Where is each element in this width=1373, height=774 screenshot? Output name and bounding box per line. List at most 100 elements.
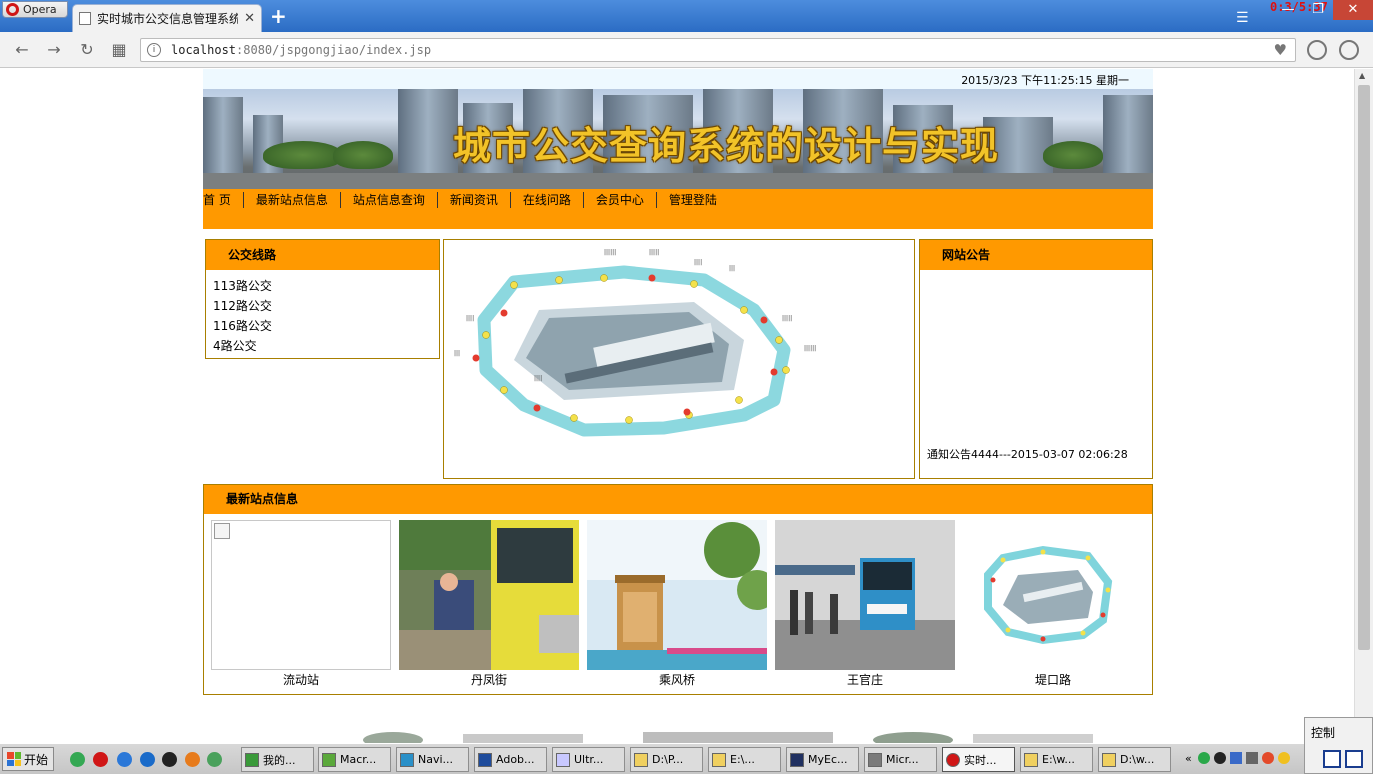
taskbar-item[interactable]: Navi... [396,747,469,772]
site-container: 2015/3/23 下午11:25:15 星期一 城市公交查询系统的设计与实现 … [203,69,1153,695]
taskbar-item[interactable]: D:\P... [630,747,703,772]
pause-icon[interactable] [1323,750,1341,768]
speed-dial-icon[interactable]: ▦ [109,40,129,60]
date-bar: 2015/3/23 下午11:25:15 星期一 [203,69,1153,89]
opera-menu-button[interactable]: Opera [2,1,68,18]
station-card[interactable]: 丹凤街 [399,520,579,690]
bus-line-link[interactable]: 4路公交 [213,336,439,356]
stop-icon[interactable] [1345,750,1363,768]
latest-stations-panel: 最新站点信息 流动站 丹凤街 乘风桥 王官庄 堤口路 [203,484,1153,695]
menu-item-news[interactable]: 新闻资讯 [436,192,510,208]
bus-line-link[interactable]: 113路公交 [213,276,439,296]
bus-line-link[interactable]: 116路公交 [213,316,439,336]
page-viewport: 2015/3/23 下午11:25:15 星期一 城市公交查询系统的设计与实现 … [0,69,1354,743]
station-name[interactable]: 乘风桥 [587,670,767,690]
broken-image-icon [214,523,230,539]
taskbar-item[interactable]: 我的... [241,747,314,772]
bookmark-heart-icon[interactable]: ♥ [1274,41,1287,59]
notice-item-link[interactable]: 通知公告4444---2015-03-07 02:06:28 [927,446,1147,462]
station-card[interactable]: 王官庄 [775,520,955,690]
station-name[interactable]: 丹凤街 [399,670,579,690]
svg-text:|||||: ||||| [649,249,659,256]
taskbar-item[interactable]: 实时... [942,747,1015,772]
taskbar-item[interactable]: Macr... [318,747,391,772]
download-icon[interactable] [1307,40,1327,60]
station-name[interactable]: 流动站 [211,670,391,690]
menu-item-station-search[interactable]: 站点信息查询 [339,192,437,208]
opera-menu-label: Opera [23,3,57,16]
scrollbar-thumb[interactable] [1358,85,1370,650]
station-name[interactable]: 堤口路 [963,670,1143,690]
station-photo-broken[interactable] [211,520,391,670]
windows-flag-icon [7,752,21,766]
banner-title: 城市公交查询系统的设计与实现 [453,123,1000,168]
browser-tab-bar: Opera 实时城市公交信息管理系统 ✕ + ☰ 0:3/5:37 — ❐ ✕ [0,0,1373,32]
taskbar-item[interactable]: D:\w... [1098,747,1171,772]
svg-text:||||||: |||||| [604,249,616,256]
site-notice-panel: 网站公告 通知公告4444---2015-03-07 02:06:28 [919,239,1153,479]
taskbar-item[interactable]: E:\... [708,747,781,772]
main-menu: 首 页 最新站点信息 站点信息查询 新闻资讯 在线问路 会员中心 管理登陆 [203,189,1153,229]
start-label: 开始 [24,752,49,767]
svg-text:|||: ||| [729,265,735,272]
new-tab-button[interactable]: + [270,6,287,26]
station-photo[interactable] [587,520,767,670]
tray-expand-icon[interactable]: « [1185,752,1192,765]
bus-lines-panel: 公交线路 113路公交 112路公交 116路公交 4路公交 [205,239,440,359]
menu-item-home[interactable]: 首 页 [203,192,243,208]
station-photo[interactable] [775,520,955,670]
quicklaunch-360-icon[interactable] [70,752,85,767]
page-favicon-icon [79,12,91,25]
menu-item-online-ask[interactable]: 在线问路 [509,192,583,208]
maximize-icon[interactable]: ❐ [1303,0,1333,20]
taskbar-item[interactable]: E:\w... [1020,747,1093,772]
taskbar-item[interactable]: Ultr... [552,747,625,772]
menu-item-latest-stations[interactable]: 最新站点信息 [242,192,340,208]
bus-lines-title: 公交线路 [206,240,439,270]
station-name[interactable]: 王官庄 [775,670,955,690]
tray-icon[interactable] [1230,752,1242,764]
control-popup: 控制 [1304,717,1373,774]
taskbar-item[interactable]: Micr... [864,747,937,772]
minimize-icon[interactable]: — [1273,0,1303,20]
station-photo[interactable] [963,520,1143,670]
station-card[interactable]: 乘风桥 [587,520,767,690]
scroll-up-icon[interactable]: ▲ [1359,71,1365,80]
forward-icon[interactable]: → [44,40,64,60]
page-scrollbar[interactable]: ▲ ▼ [1354,69,1373,743]
tab-close-icon[interactable]: ✕ [244,11,255,26]
tab-title: 实时城市公交信息管理系统 [97,12,239,26]
control-popup-label: 控制 [1311,726,1336,740]
menu-item-member-center[interactable]: 会员中心 [582,192,656,208]
quicklaunch-sogou-icon[interactable] [140,752,155,767]
bus-line-link[interactable]: 112路公交 [213,296,439,316]
quicklaunch-qq-icon[interactable] [162,752,177,767]
close-window-icon[interactable]: ✕ [1333,0,1373,20]
tray-icon[interactable] [1278,752,1290,764]
station-card[interactable]: 堤口路 [963,520,1143,690]
site-info-icon[interactable]: i [147,43,161,57]
account-icon[interactable] [1339,40,1359,60]
quicklaunch-ie-icon[interactable] [117,752,132,767]
address-bar[interactable]: i localhost:8080/jspgongjiao/index.jsp ♥ [140,38,1296,62]
station-card[interactable]: 流动站 [211,520,391,690]
tray-icon[interactable] [1262,752,1274,764]
browser-tab[interactable]: 实时城市公交信息管理系统 ✕ [72,4,262,32]
menu-item-admin-login[interactable]: 管理登陆 [655,192,729,208]
taskbar-item[interactable]: MyEc... [786,747,859,772]
quicklaunch-opera-icon[interactable] [93,752,108,767]
quicklaunch-firefox-icon[interactable] [185,752,200,767]
system-tray [1198,752,1298,768]
address-url[interactable]: localhost:8080/jspgongjiao/index.jsp [171,43,431,57]
back-icon[interactable]: ← [12,40,32,60]
taskbar-item[interactable]: Adob... [474,747,547,772]
quicklaunch-chrome-icon[interactable] [207,752,222,767]
station-photo[interactable] [399,520,579,670]
site-banner: 城市公交查询系统的设计与实现 [203,89,1153,189]
start-button[interactable]: 开始 [2,747,54,771]
tray-icon[interactable] [1246,752,1258,764]
tray-icon[interactable] [1214,752,1226,764]
tray-icon[interactable] [1198,752,1210,764]
reload-icon[interactable]: ↻ [77,40,97,60]
tab-menu-icon[interactable]: ☰ [1236,10,1249,26]
